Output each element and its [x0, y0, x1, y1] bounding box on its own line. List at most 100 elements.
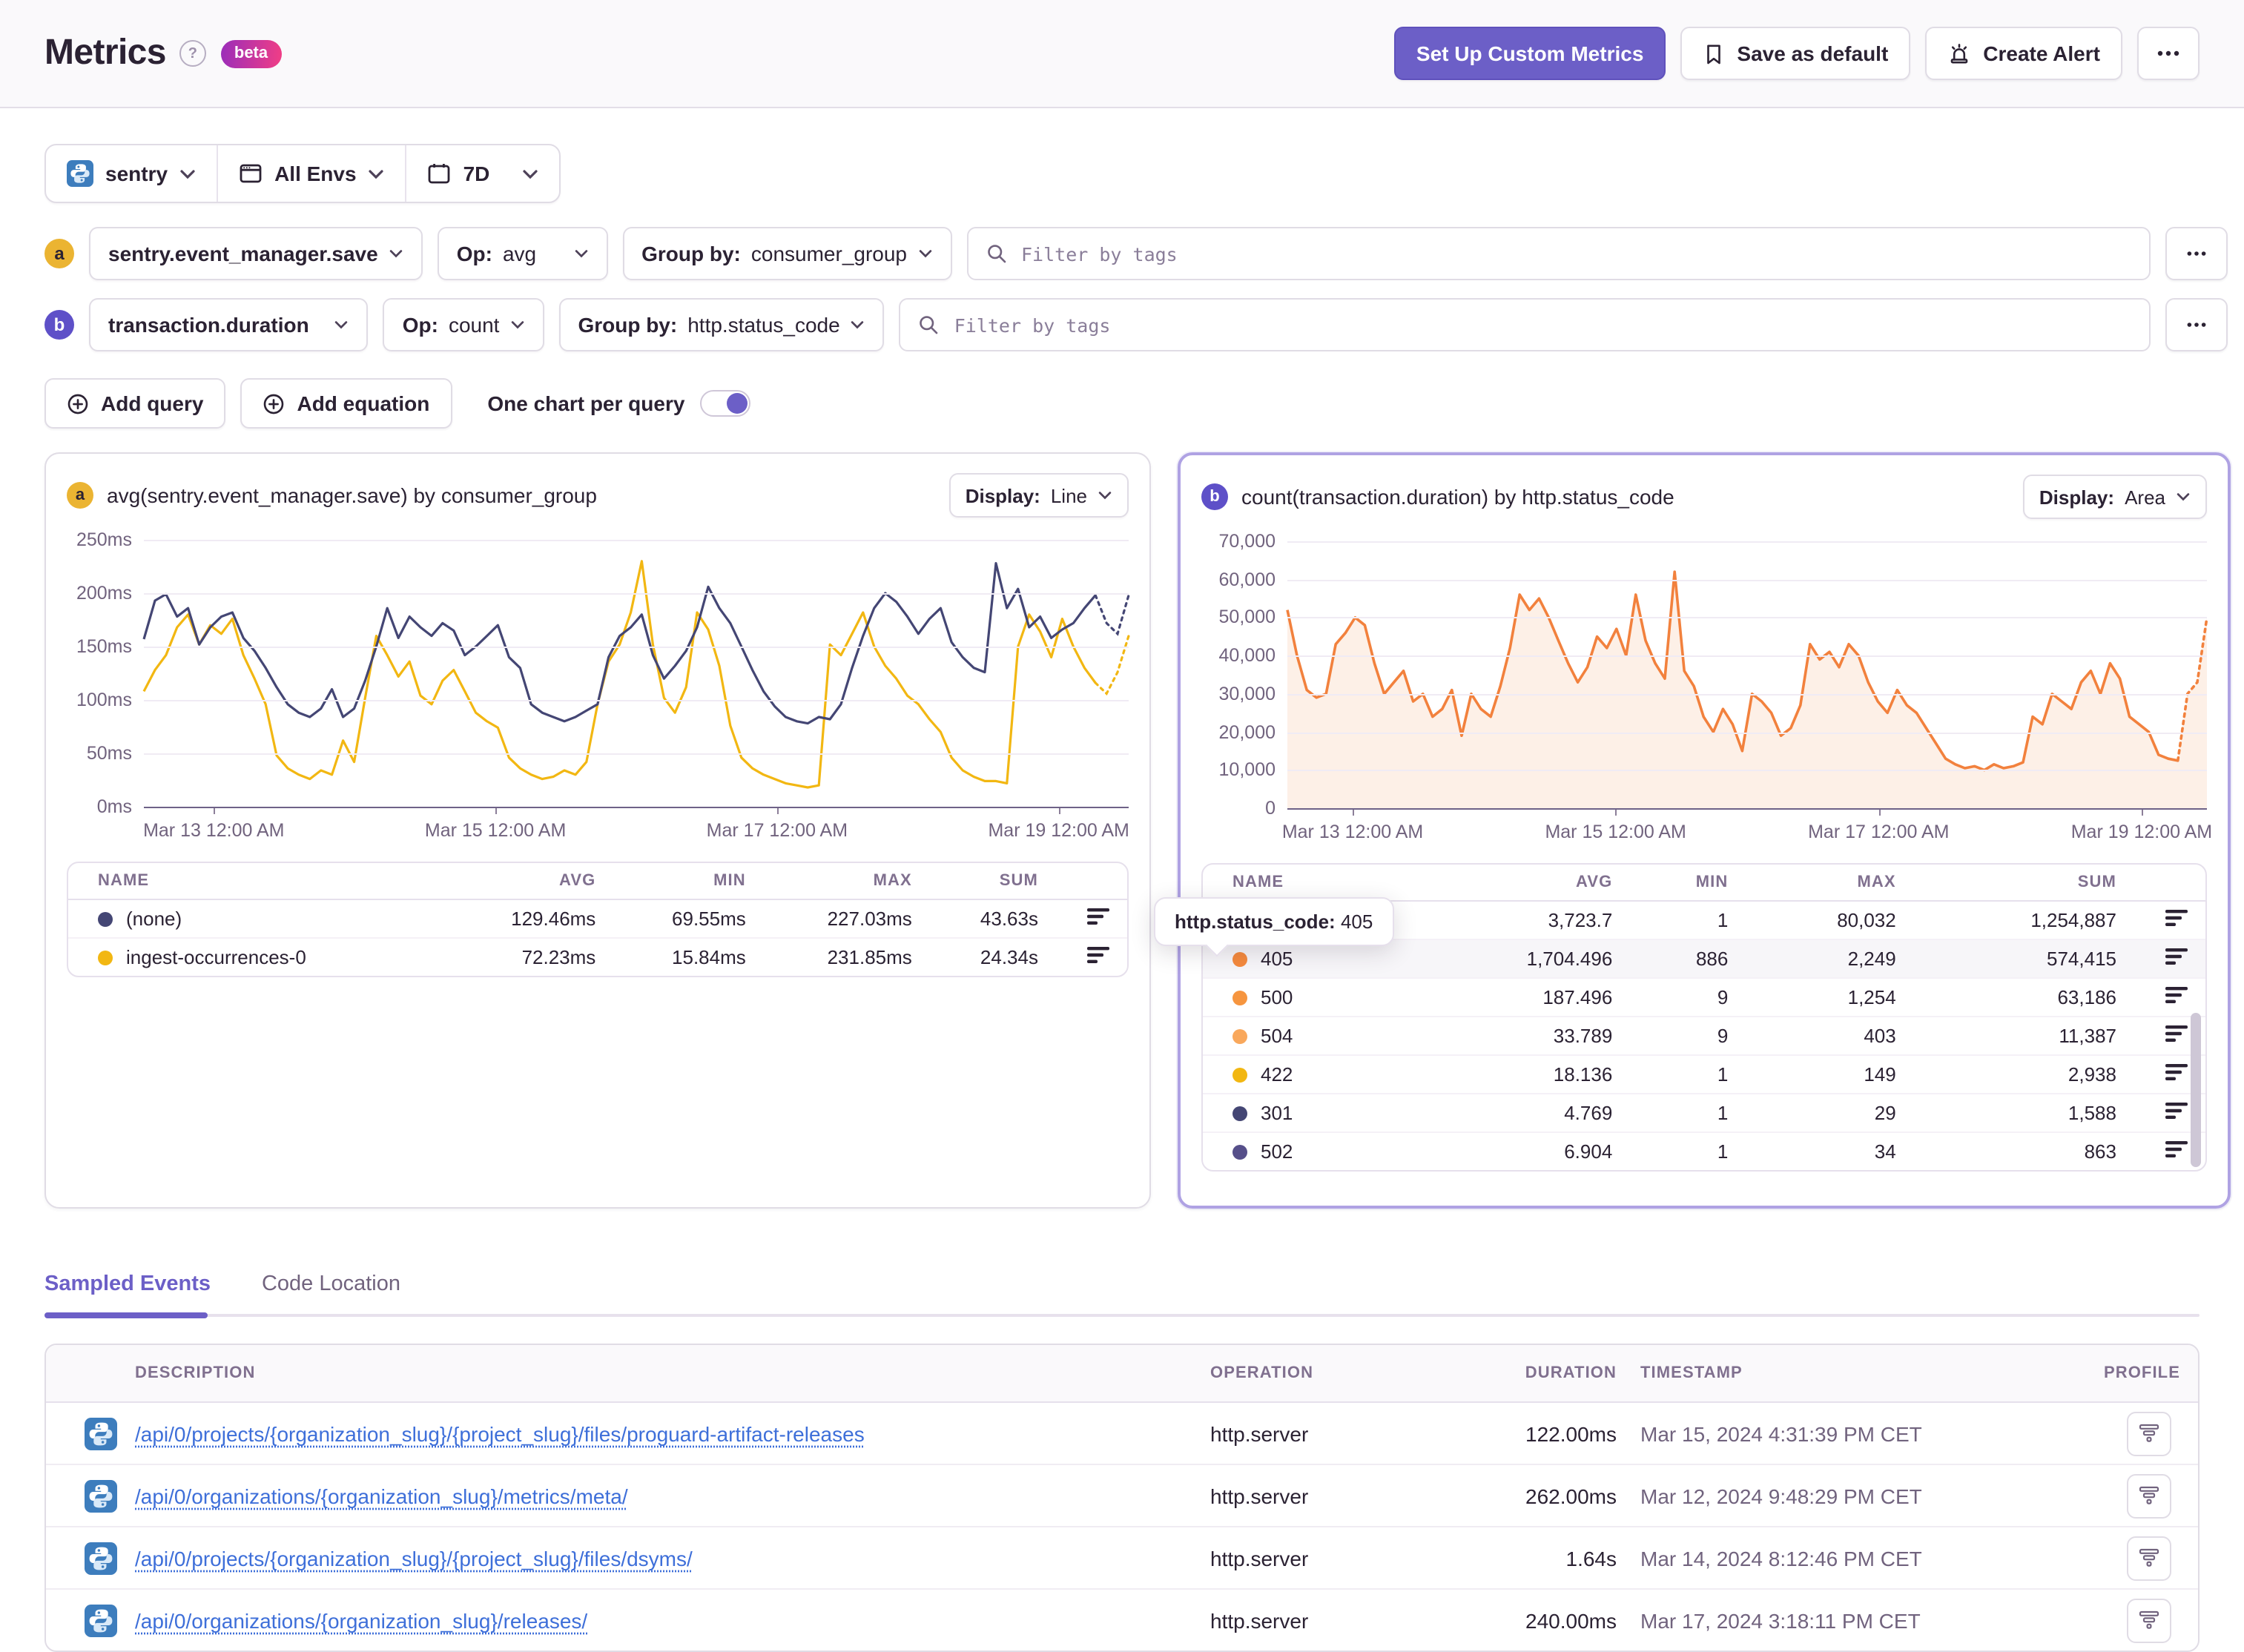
y-tick-label: 0	[1265, 798, 1276, 819]
summary-row[interactable]: 504 33.789 9 403 11,387	[1203, 1016, 2205, 1055]
profile-button[interactable]	[2127, 1536, 2171, 1580]
query-b-more-button[interactable]	[2165, 298, 2228, 351]
chevron-down-icon	[522, 168, 538, 179]
tag-filter-input-a[interactable]	[1018, 241, 2131, 266]
summary-row[interactable]: 422 18.136 1 149 2,938	[1203, 1054, 2205, 1094]
x-tick-mark	[1353, 810, 1355, 816]
tab-code-location[interactable]: Code Location	[262, 1272, 400, 1296]
metric-select-b[interactable]: transaction.duration	[89, 298, 369, 351]
setup-custom-metrics-button[interactable]: Set Up Custom Metrics	[1393, 27, 1666, 80]
series-sum: 43.63s	[980, 908, 1038, 930]
event-row: /api/0/organizations/{organization_slug}…	[46, 1464, 2198, 1526]
menu-icon[interactable]	[2165, 1063, 2188, 1081]
event-description-link[interactable]: /api/0/projects/{organization_slug}/{pro…	[135, 1546, 693, 1570]
y-tick-label: 20,000	[1218, 721, 1276, 743]
profile-button[interactable]	[2127, 1473, 2171, 1518]
events-column-operation: OPERATION	[1210, 1364, 1314, 1382]
summary-table-a: NAME AVG MIN MAX SUM (none) 129.46ms 69.55ms 22…	[67, 862, 1129, 977]
group-by-select-a[interactable]: Group by: consumer_group	[622, 227, 951, 280]
chevron-down-icon	[389, 249, 403, 258]
series-actions-cell	[1052, 937, 1127, 976]
table-scrollbar[interactable]	[2191, 1013, 2201, 1167]
summary-row[interactable]: 301 4.769 1 29 1,588	[1203, 1093, 2205, 1132]
display-label: Display:	[2039, 486, 2115, 508]
summary-header-row: NAME AVG MIN MAX SUM	[1203, 865, 2205, 902]
group-by-label: Group by:	[641, 242, 741, 265]
environment-selector[interactable]: All Envs	[217, 145, 406, 202]
gridline	[144, 700, 1129, 701]
search-icon	[919, 314, 940, 335]
event-row: /api/0/projects/{organization_slug}/{pro…	[46, 1526, 2198, 1588]
menu-icon[interactable]	[2165, 909, 2188, 927]
add-query-button[interactable]: Add query	[44, 378, 226, 429]
query-a-more-button[interactable]	[2165, 227, 2228, 280]
save-as-default-button[interactable]: Save as default	[1680, 27, 1911, 80]
add-equation-button[interactable]: Add equation	[240, 378, 452, 429]
chart-panel-b-header: b count(transaction.duration) by http.st…	[1181, 455, 2228, 526]
menu-icon[interactable]	[2165, 948, 2188, 965]
display-select-b[interactable]: Display: Area	[2022, 475, 2207, 519]
event-profile-cell	[2079, 1405, 2198, 1461]
series-min: 9	[1626, 977, 1742, 1017]
event-timestamp: Mar 15, 2024 4:31:39 PM CET	[1640, 1421, 1922, 1445]
one-chart-per-query-toggle[interactable]	[699, 390, 750, 417]
python-platform-icon	[85, 1542, 117, 1574]
menu-icon[interactable]	[2165, 1102, 2188, 1120]
series-color-dot	[1232, 1106, 1247, 1121]
help-icon[interactable]: ?	[179, 40, 206, 67]
create-alert-button[interactable]: Create Alert	[1925, 27, 2122, 80]
series-min: 1	[1626, 1131, 1742, 1170]
series-max: 149	[1741, 1054, 1910, 1094]
profile-button[interactable]	[2127, 1598, 2171, 1642]
series-avg: 187.496	[1405, 977, 1626, 1017]
metric-select-a[interactable]: sentry.event_manager.save	[89, 227, 423, 280]
menu-icon[interactable]	[1087, 946, 1109, 964]
project-name: sentry	[105, 162, 168, 185]
event-timestamp: Mar 12, 2024 9:48:29 PM CET	[1640, 1484, 1922, 1507]
series-name: (none)	[126, 908, 182, 930]
profile-button[interactable]	[2127, 1411, 2171, 1456]
summary-row[interactable]: 502 6.904 1 34 863	[1203, 1131, 2205, 1170]
menu-icon[interactable]	[2165, 1025, 2188, 1043]
x-tick-mark	[776, 808, 779, 814]
y-tick-label: 70,000	[1218, 531, 1276, 552]
date-range-selector[interactable]: 7D	[405, 145, 560, 202]
menu-icon[interactable]	[1087, 908, 1109, 925]
menu-icon[interactable]	[2165, 986, 2188, 1004]
tag-filter-input-b[interactable]	[951, 312, 2131, 337]
summary-row[interactable]: 500 187.496 9 1,254 63,186	[1203, 977, 2205, 1017]
summary-row[interactable]: (none) 129.46ms 69.55ms 227.03ms 43.63s	[68, 899, 1127, 938]
x-tick-label: Mar 13 12:00 AM	[1281, 822, 1424, 842]
chevron-down-icon	[2176, 492, 2191, 501]
chevron-down-icon	[369, 168, 385, 179]
y-axis-labels-a: 0ms 50ms 100ms 150ms 200ms 250ms	[58, 529, 144, 817]
line-chart-a[interactable]	[142, 540, 1130, 814]
series-name: 504	[1261, 1025, 1293, 1047]
header-more-button[interactable]	[2137, 27, 2200, 80]
project-selector[interactable]: sentry	[46, 145, 217, 202]
series-color-dot	[98, 951, 113, 965]
event-platform-cell	[46, 1473, 129, 1518]
event-row: /api/0/organizations/{organization_slug}…	[46, 1588, 2198, 1651]
series-max: 80,032	[1837, 909, 1896, 931]
header-actions: Set Up Custom Metrics Save as default Cr…	[1393, 27, 2200, 80]
group-by-value-a: consumer_group	[750, 242, 907, 265]
series-min: 1	[1626, 1054, 1742, 1094]
op-select-b[interactable]: Op: count	[383, 298, 544, 351]
series-name-cell: 502	[1203, 1131, 1406, 1170]
series-min: 69.55ms	[672, 908, 746, 930]
series-line-forecast-ingest-occurrences-0	[1094, 635, 1130, 696]
gridline	[1287, 617, 2207, 619]
group-by-select-b[interactable]: Group by: http.status_code	[558, 298, 885, 351]
display-select-a[interactable]: Display: Line	[948, 473, 1129, 518]
series-color-dot	[1232, 952, 1247, 967]
op-select-a[interactable]: Op: avg	[437, 227, 608, 280]
event-description-link[interactable]: /api/0/organizations/{organization_slug}…	[135, 1608, 587, 1632]
summary-column-max: MAX	[1741, 865, 1910, 902]
event-description-link[interactable]: /api/0/organizations/{organization_slug}…	[135, 1484, 628, 1507]
tab-sampled-events[interactable]: Sampled Events	[44, 1272, 211, 1296]
area-chart-b[interactable]	[1286, 541, 2208, 816]
event-description-link[interactable]: /api/0/projects/{organization_slug}/{pro…	[135, 1421, 865, 1445]
menu-icon[interactable]	[2165, 1140, 2188, 1158]
summary-row[interactable]: ingest-occurrences-0 72.23ms 15.84ms 231.85…	[68, 937, 1127, 976]
